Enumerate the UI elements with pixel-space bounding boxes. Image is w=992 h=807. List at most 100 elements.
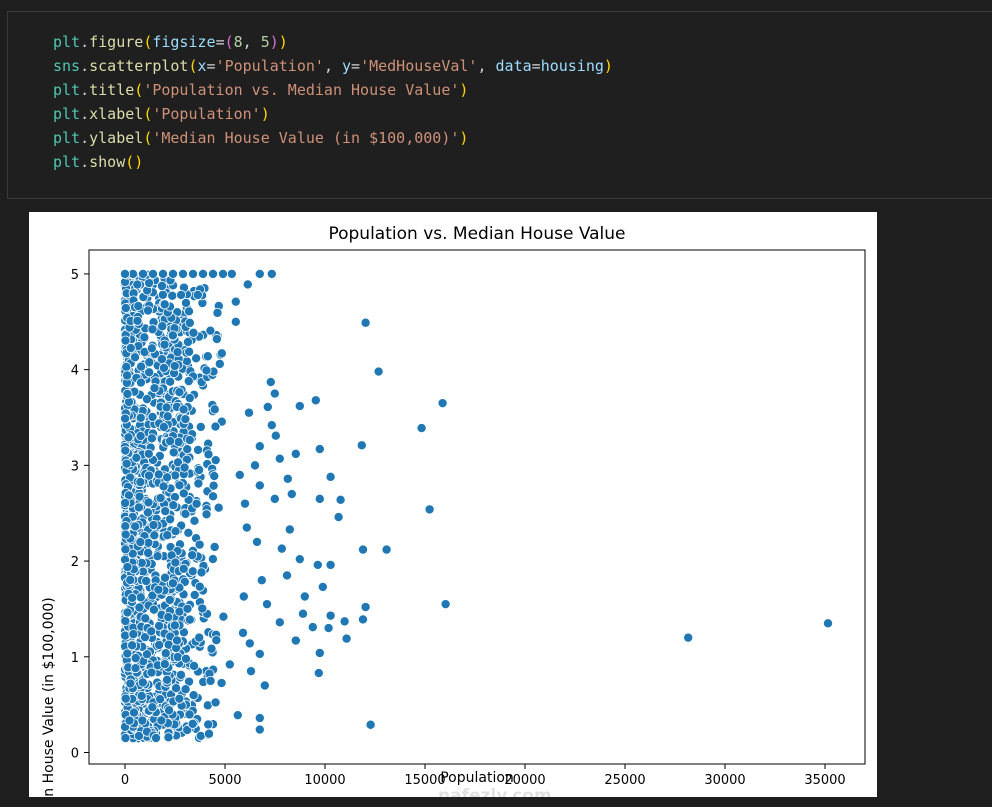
- data-point: [169, 620, 180, 631]
- y-tick-label: 3: [71, 459, 79, 474]
- code-token-p1: ): [278, 33, 288, 51]
- code-token-plain: .: [80, 33, 90, 51]
- code-token-mod: plt: [53, 153, 81, 171]
- code-token-plain: .: [80, 153, 90, 171]
- data-point: [230, 296, 241, 307]
- x-tick-label: 25000: [604, 773, 645, 788]
- data-point: [184, 709, 195, 720]
- data-point: [170, 470, 181, 481]
- data-point: [194, 632, 205, 643]
- data-point: [282, 473, 293, 484]
- code-editor[interactable]: plt.figure(figsize=(8, 5)) sns.scatterplo…: [53, 30, 613, 174]
- data-point: [154, 620, 165, 631]
- data-point: [120, 497, 131, 508]
- data-point: [213, 502, 224, 513]
- code-token-p1: ): [134, 153, 144, 171]
- data-point: [201, 365, 212, 376]
- data-point: [120, 693, 131, 704]
- data-point: [120, 521, 131, 532]
- data-point: [141, 394, 152, 405]
- data-point: [165, 514, 176, 525]
- data-point: [204, 728, 215, 739]
- data-point: [196, 567, 207, 578]
- code-line: plt.title('Population vs. Median House V…: [53, 78, 613, 102]
- data-point: [210, 697, 221, 708]
- data-point: [179, 462, 190, 473]
- data-point: [127, 640, 138, 651]
- code-token-p1: (: [125, 153, 135, 171]
- data-point: [143, 305, 154, 316]
- data-point: [135, 477, 146, 488]
- code-token-plain: .: [80, 57, 90, 75]
- data-point: [148, 604, 159, 615]
- data-point: [217, 268, 228, 279]
- chart-title: Population vs. Median House Value: [328, 224, 625, 244]
- data-point: [131, 452, 142, 463]
- data-point: [207, 554, 218, 565]
- data-point: [159, 659, 170, 670]
- x-axis-label: Population: [440, 770, 514, 786]
- data-point: [137, 715, 148, 726]
- data-point: [159, 339, 170, 350]
- data-point: [120, 303, 131, 314]
- data-point: [132, 279, 143, 290]
- data-point: [281, 570, 292, 581]
- data-point: [154, 639, 165, 650]
- data-point: [156, 715, 167, 726]
- data-point: [294, 401, 305, 412]
- data-point: [373, 366, 384, 377]
- data-point: [269, 493, 280, 504]
- code-token-fn: figure: [89, 33, 144, 51]
- data-point: [325, 610, 336, 621]
- data-point: [265, 377, 276, 388]
- data-point: [146, 433, 157, 444]
- data-point: [357, 614, 368, 625]
- data-point: [339, 616, 350, 627]
- y-tick-label: 2: [71, 555, 79, 570]
- data-point: [162, 674, 173, 685]
- data-point: [211, 334, 222, 345]
- data-point: [146, 667, 157, 678]
- data-point: [171, 683, 182, 694]
- data-point: [187, 718, 198, 729]
- data-point: [195, 730, 206, 741]
- data-point: [160, 506, 171, 517]
- data-point: [157, 268, 168, 279]
- data-point: [193, 478, 204, 489]
- data-point: [266, 420, 277, 431]
- data-point: [167, 290, 178, 301]
- data-point: [180, 414, 191, 425]
- data-point: [193, 444, 204, 455]
- data-point: [187, 566, 198, 577]
- data-point: [149, 530, 160, 541]
- data-point: [245, 666, 256, 677]
- data-point: [120, 529, 131, 540]
- data-point: [135, 537, 146, 548]
- data-point: [148, 268, 159, 279]
- data-point: [155, 493, 166, 504]
- data-point: [335, 494, 346, 505]
- data-point: [135, 592, 146, 603]
- data-point: [317, 581, 328, 592]
- data-point: [254, 648, 265, 659]
- data-point: [143, 497, 154, 508]
- code-line: sns.scatterplot(x='Population', y='MedHo…: [53, 54, 613, 78]
- code-token-fn: ylabel: [89, 129, 144, 147]
- data-point: [173, 436, 184, 447]
- data-point: [144, 367, 155, 378]
- data-point: [314, 647, 325, 658]
- data-point: [243, 407, 254, 418]
- data-point: [146, 626, 157, 637]
- data-point: [214, 358, 225, 369]
- data-point: [125, 343, 136, 354]
- data-point: [310, 395, 321, 406]
- data-point: [307, 622, 318, 633]
- data-point: [149, 383, 160, 394]
- code-cell[interactable]: plt.figure(figsize=(8, 5)) sns.scatterplo…: [7, 11, 992, 199]
- code-token-p1: (: [188, 57, 198, 75]
- data-point: [294, 554, 305, 565]
- data-point: [182, 336, 193, 347]
- data-point: [163, 612, 174, 623]
- data-point: [157, 289, 168, 300]
- code-token-plain: =: [215, 33, 225, 51]
